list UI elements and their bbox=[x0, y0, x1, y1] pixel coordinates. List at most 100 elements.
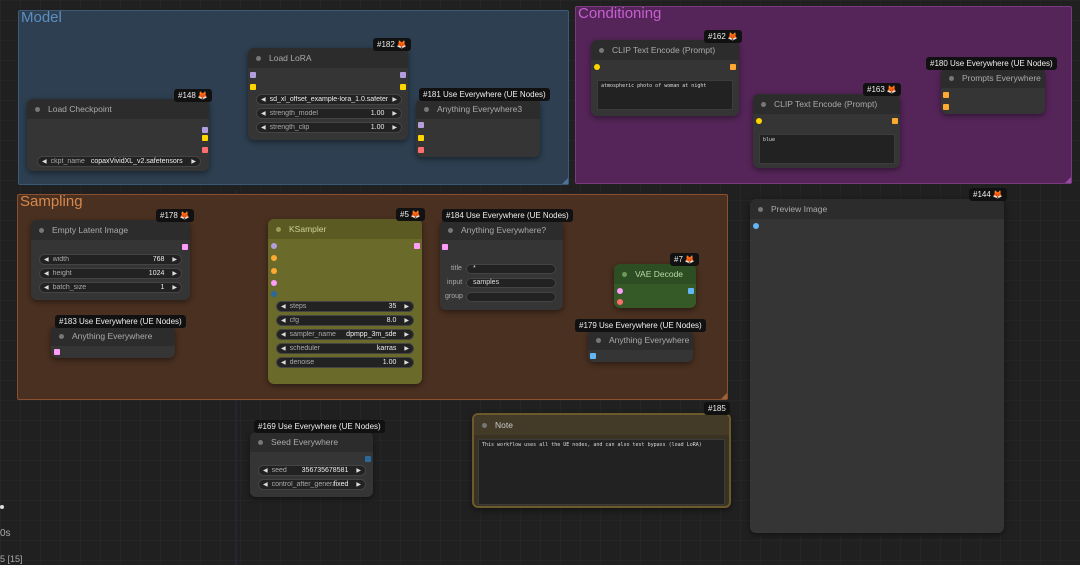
arrow-right-icon[interactable]: ▶ bbox=[400, 331, 413, 338]
denoise-number[interactable]: ◀ denoise 1.00 ▶ bbox=[276, 357, 414, 368]
prompt-textarea[interactable]: atmospheric photo of woman at night bbox=[597, 80, 733, 110]
control-after-generate-combo[interactable]: ◀ control_after_generate fixed ▶ bbox=[258, 479, 366, 490]
input-port-negative[interactable] bbox=[943, 104, 949, 110]
node-preview-image[interactable]: Preview Image bbox=[750, 199, 1004, 533]
input-port-clip[interactable] bbox=[250, 84, 256, 90]
resize-corner[interactable] bbox=[721, 393, 727, 399]
sampler-name-combo[interactable]: ◀ sampler_name dpmpp_3m_sde ▶ bbox=[276, 329, 414, 340]
collapse-dot-icon[interactable] bbox=[622, 271, 627, 277]
collapse-dot-icon[interactable] bbox=[258, 439, 263, 445]
input-port-anything[interactable] bbox=[54, 349, 60, 355]
group-regex-input[interactable] bbox=[466, 292, 556, 302]
arrow-left-icon[interactable]: ◀ bbox=[277, 345, 290, 352]
node-load-lora[interactable]: Load LoRA ◀ sd_xl_offset_example-lora_1.… bbox=[248, 48, 408, 140]
collapse-dot-icon[interactable] bbox=[59, 333, 64, 339]
collapse-dot-icon[interactable] bbox=[256, 55, 261, 61]
input-port-samples[interactable] bbox=[617, 288, 623, 294]
batch-size-number[interactable]: ◀ batch_size 1 ▶ bbox=[39, 282, 182, 293]
node-empty-latent-image[interactable]: Empty Latent Image ◀ width 768 ▶ ◀ heigh… bbox=[31, 220, 190, 300]
node-load-checkpoint[interactable]: Load Checkpoint ◀ ckpt_name copaxVividXL… bbox=[27, 99, 209, 171]
input-port-model[interactable] bbox=[250, 72, 256, 78]
arrow-right-icon[interactable]: ▶ bbox=[400, 317, 413, 324]
width-number[interactable]: ◀ width 768 ▶ bbox=[39, 254, 182, 265]
output-port-clip[interactable] bbox=[400, 84, 406, 90]
seed-number[interactable]: ◀ seed 356735678581 ▶ bbox=[258, 465, 366, 476]
arrow-left-icon[interactable]: ◀ bbox=[277, 303, 290, 310]
scheduler-combo[interactable]: ◀ scheduler karras ▶ bbox=[276, 343, 414, 354]
arrow-left-icon[interactable]: ◀ bbox=[277, 317, 290, 324]
output-port-latent[interactable] bbox=[414, 243, 420, 249]
collapse-dot-icon[interactable] bbox=[276, 226, 281, 232]
arrow-right-icon[interactable]: ▶ bbox=[388, 124, 401, 131]
collapse-dot-icon[interactable] bbox=[949, 75, 954, 81]
arrow-left-icon[interactable]: ◀ bbox=[40, 256, 53, 263]
node-anything-everywhere-q[interactable]: Anything Everywhere? title * input sampl… bbox=[440, 220, 563, 310]
input-port-anything[interactable] bbox=[590, 353, 596, 359]
arrow-right-icon[interactable]: ▶ bbox=[400, 303, 413, 310]
arrow-right-icon[interactable]: ▶ bbox=[352, 481, 365, 488]
collapse-dot-icon[interactable] bbox=[39, 227, 44, 233]
collapse-dot-icon[interactable] bbox=[482, 422, 487, 428]
arrow-right-icon[interactable]: ▶ bbox=[400, 345, 413, 352]
arrow-left-icon[interactable]: ◀ bbox=[259, 481, 272, 488]
input-port-negative[interactable] bbox=[271, 268, 277, 274]
arrow-left-icon[interactable]: ◀ bbox=[277, 331, 290, 338]
output-port-clip[interactable] bbox=[202, 135, 208, 141]
note-textarea[interactable]: This workflow uses all the UE nodes, and… bbox=[478, 439, 725, 505]
input-port-anything[interactable] bbox=[442, 244, 448, 250]
collapse-dot-icon[interactable] bbox=[448, 227, 453, 233]
arrow-right-icon[interactable]: ▶ bbox=[388, 96, 401, 103]
output-port-image[interactable] bbox=[688, 288, 694, 294]
input-port-seed[interactable] bbox=[271, 291, 277, 297]
input-port-clip[interactable] bbox=[756, 118, 762, 124]
input-port-vae[interactable] bbox=[617, 299, 623, 305]
input-port-clip[interactable] bbox=[594, 64, 600, 70]
output-port-vae[interactable] bbox=[202, 147, 208, 153]
collapse-dot-icon[interactable] bbox=[596, 337, 601, 343]
arrow-right-icon[interactable]: ▶ bbox=[168, 284, 181, 291]
input-port-anything[interactable] bbox=[418, 147, 424, 153]
ckpt-name-combo[interactable]: ◀ ckpt_name copaxVividXL_v2.safetensors … bbox=[37, 156, 201, 167]
input-port-latent[interactable] bbox=[271, 280, 277, 286]
input-port-positive[interactable] bbox=[943, 92, 949, 98]
steps-number[interactable]: ◀ steps 35 ▶ bbox=[276, 301, 414, 312]
output-port-model[interactable] bbox=[202, 127, 208, 133]
title-regex-input[interactable]: * bbox=[466, 264, 556, 274]
arrow-right-icon[interactable]: ▶ bbox=[187, 158, 200, 165]
collapse-dot-icon[interactable] bbox=[424, 106, 429, 112]
input-port-anything[interactable] bbox=[418, 135, 424, 141]
arrow-right-icon[interactable]: ▶ bbox=[168, 256, 181, 263]
node-vae-decode[interactable]: VAE Decode bbox=[614, 264, 696, 308]
output-port-conditioning[interactable] bbox=[730, 64, 736, 70]
output-port-conditioning[interactable] bbox=[892, 118, 898, 124]
input-port-anything[interactable] bbox=[418, 122, 424, 128]
strength-clip-number[interactable]: ◀ strength_clip 1.00 ▶ bbox=[256, 122, 402, 133]
collapse-dot-icon[interactable] bbox=[761, 101, 766, 107]
arrow-right-icon[interactable]: ▶ bbox=[352, 467, 365, 474]
output-port-latent[interactable] bbox=[182, 244, 188, 250]
arrow-left-icon[interactable]: ◀ bbox=[38, 158, 51, 165]
input-port-positive[interactable] bbox=[271, 255, 277, 261]
node-note[interactable]: Note This workflow uses all the UE nodes… bbox=[472, 413, 731, 508]
input-port-images[interactable] bbox=[753, 223, 759, 229]
collapse-dot-icon[interactable] bbox=[35, 106, 40, 112]
input-port-model[interactable] bbox=[271, 243, 277, 249]
resize-corner[interactable] bbox=[1065, 177, 1071, 183]
node-prompts-everywhere[interactable]: Prompts Everywhere bbox=[941, 68, 1045, 114]
resize-corner[interactable] bbox=[562, 178, 568, 184]
arrow-left-icon[interactable]: ◀ bbox=[277, 359, 290, 366]
node-clip-text-encode-2[interactable]: CLIP Text Encode (Prompt) blue bbox=[753, 94, 900, 168]
arrow-left-icon[interactable]: ◀ bbox=[257, 110, 270, 117]
arrow-left-icon[interactable]: ◀ bbox=[257, 124, 270, 131]
arrow-right-icon[interactable]: ▶ bbox=[388, 110, 401, 117]
input-regex-input[interactable]: samples bbox=[466, 278, 556, 288]
arrow-right-icon[interactable]: ▶ bbox=[400, 359, 413, 366]
node-ksampler[interactable]: KSampler ◀ steps 35 ▶ ◀ cfg 8.0 ▶ ◀ samp… bbox=[268, 219, 422, 384]
arrow-left-icon[interactable]: ◀ bbox=[257, 96, 270, 103]
node-anything-everywhere3[interactable]: Anything Everywhere3 bbox=[416, 99, 540, 157]
arrow-left-icon[interactable]: ◀ bbox=[40, 270, 53, 277]
node-anything-everywhere-179[interactable]: Anything Everywhere bbox=[588, 330, 693, 362]
node-anything-everywhere-183[interactable]: Anything Everywhere bbox=[51, 326, 175, 358]
collapse-dot-icon[interactable] bbox=[599, 47, 604, 53]
height-number[interactable]: ◀ height 1024 ▶ bbox=[39, 268, 182, 279]
